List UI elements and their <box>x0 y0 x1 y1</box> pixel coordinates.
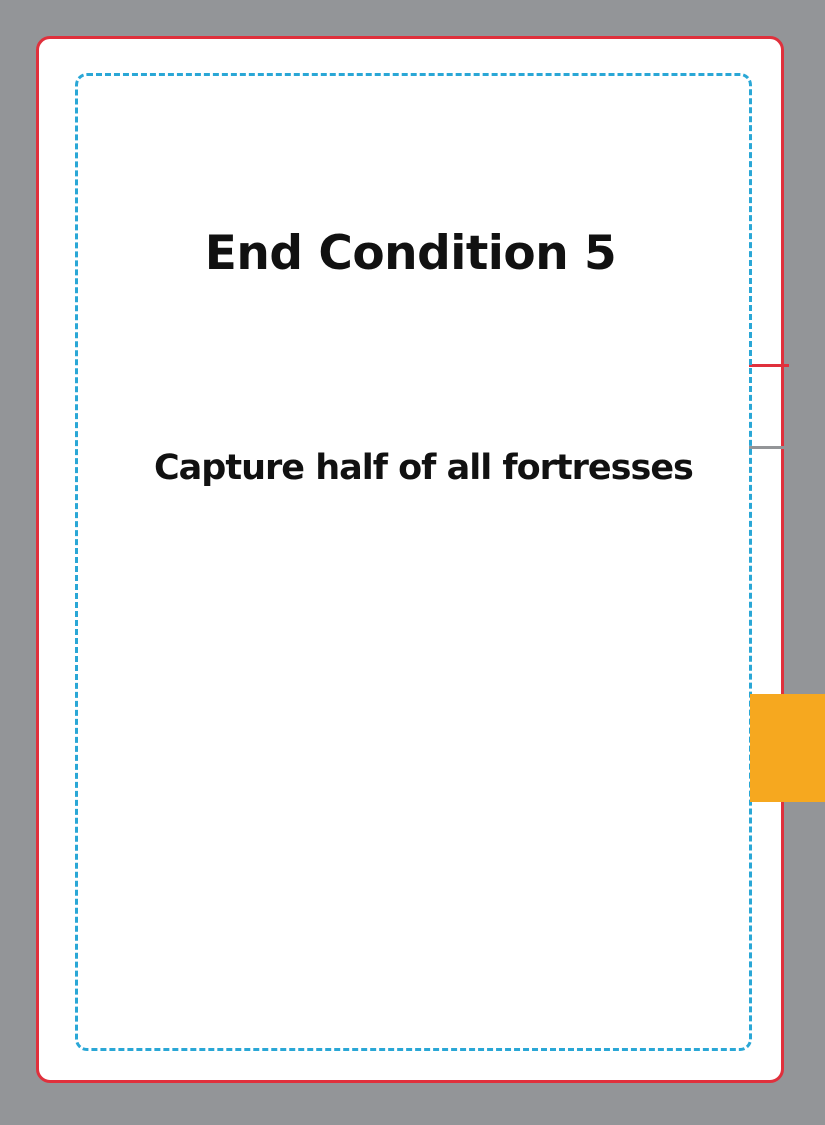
card-description: Capture half of all fortresses <box>154 448 694 488</box>
bleed-marker-grey <box>749 446 789 449</box>
card-edge-tab <box>750 694 825 802</box>
bleed-marker-red <box>749 364 789 367</box>
card-title: End Condition 5 <box>204 226 617 281</box>
end-condition-card <box>36 36 784 1083</box>
